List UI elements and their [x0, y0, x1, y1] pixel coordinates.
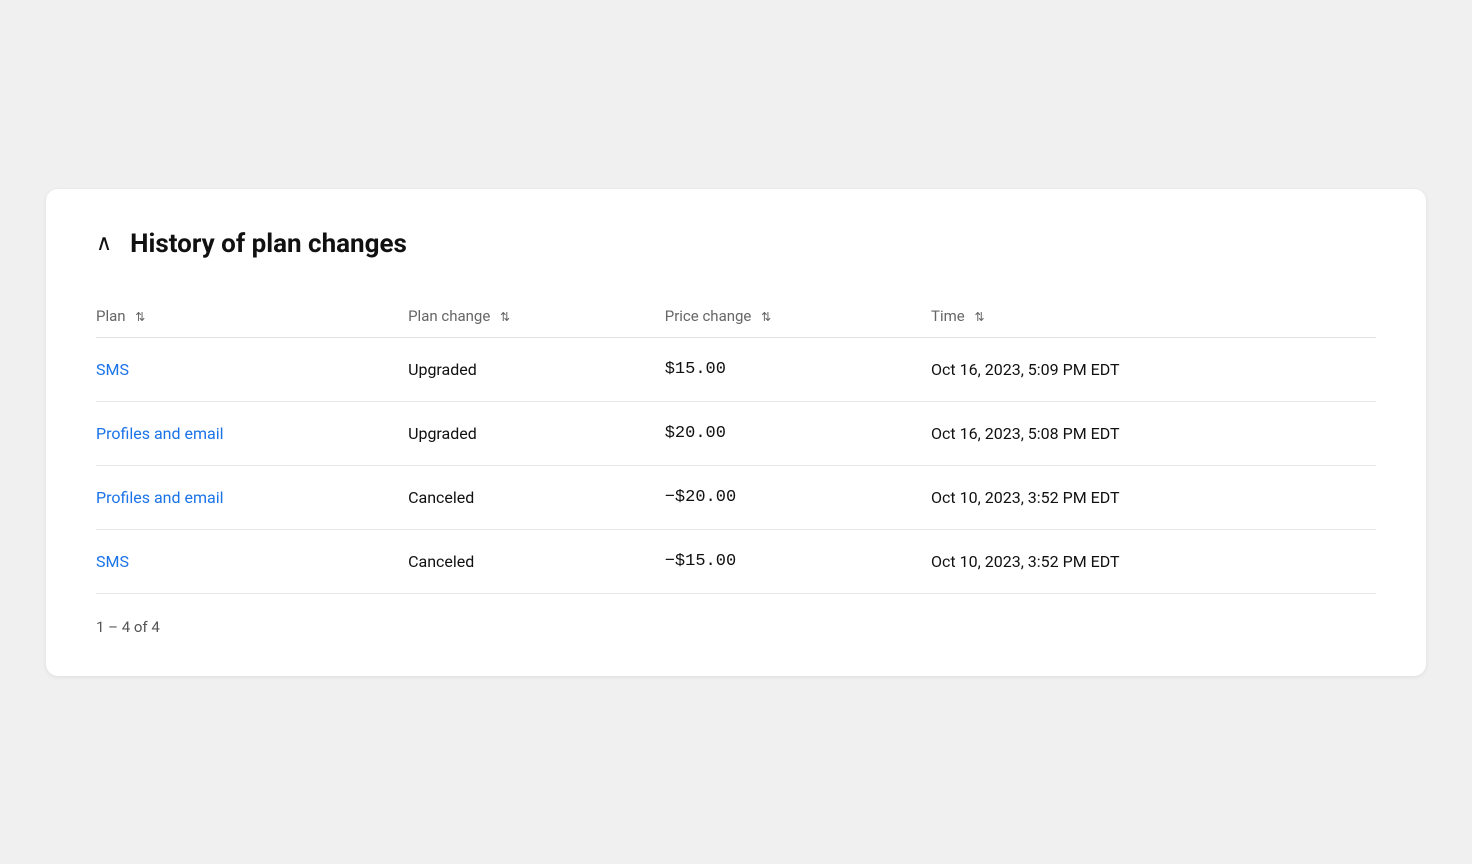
col-header-time: Time ⇅	[931, 295, 1376, 338]
time-value: Oct 16, 2023, 5:09 PM EDT	[931, 337, 1376, 401]
sort-icon-plan-change[interactable]: ⇅	[500, 310, 510, 324]
price-change-value: −$15.00	[665, 529, 931, 593]
time-value: Oct 10, 2023, 3:52 PM EDT	[931, 465, 1376, 529]
sort-icon-plan[interactable]: ⇅	[135, 310, 145, 324]
history-card: ∧ History of plan changes Plan ⇅ Plan ch…	[46, 189, 1426, 676]
time-value: Oct 10, 2023, 3:52 PM EDT	[931, 529, 1376, 593]
sort-icon-time[interactable]: ⇅	[974, 310, 984, 324]
plan-change-value: Canceled	[408, 529, 665, 593]
page-title: History of plan changes	[130, 229, 407, 259]
plan-changes-table: Plan ⇅ Plan change ⇅ Price change ⇅ Time…	[96, 295, 1376, 594]
price-change-value: −$20.00	[665, 465, 931, 529]
time-value: Oct 16, 2023, 5:08 PM EDT	[931, 401, 1376, 465]
table-row: SMS Upgraded$15.00Oct 16, 2023, 5:09 PM E…	[96, 337, 1376, 401]
table-row: Profiles and email Canceled−$20.00Oct 10,…	[96, 465, 1376, 529]
plan-change-value: Upgraded	[408, 337, 665, 401]
card-header: ∧ History of plan changes	[96, 229, 1376, 259]
col-header-plan-change: Plan change ⇅	[408, 295, 665, 338]
plan-link[interactable]: SMS	[96, 360, 129, 379]
plan-link[interactable]: SMS	[96, 552, 129, 571]
plan-link[interactable]: Profiles and email	[96, 488, 223, 507]
plan-change-value: Canceled	[408, 465, 665, 529]
col-header-price-change: Price change ⇅	[665, 295, 931, 338]
table-row: SMS Canceled−$15.00Oct 10, 2023, 3:52 PM …	[96, 529, 1376, 593]
collapse-icon[interactable]: ∧	[96, 233, 112, 255]
col-header-plan: Plan ⇅	[96, 295, 408, 338]
price-change-value: $20.00	[665, 401, 931, 465]
plan-link[interactable]: Profiles and email	[96, 424, 223, 443]
plan-change-value: Upgraded	[408, 401, 665, 465]
price-change-value: $15.00	[665, 337, 931, 401]
sort-icon-price-change[interactable]: ⇅	[761, 310, 771, 324]
table-row: Profiles and email Upgraded$20.00Oct 16, …	[96, 401, 1376, 465]
pagination-label: 1 – 4 of 4	[96, 594, 1376, 636]
